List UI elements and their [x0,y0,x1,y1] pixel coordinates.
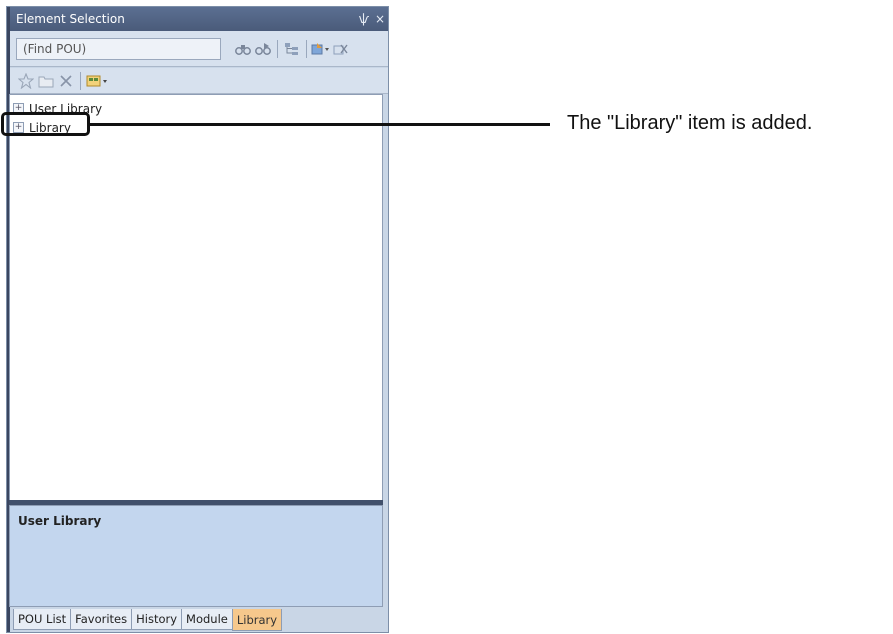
remove-icon[interactable] [331,39,351,59]
folder-icon[interactable] [36,71,56,91]
description-pane: User Library [9,505,383,607]
panel-tabs: POU List Favorites History Module Librar… [13,609,283,631]
panel-titlebar: Element Selection ѱ × [10,7,388,31]
library-tool-icon[interactable] [85,71,111,91]
tab-module[interactable]: Module [181,609,233,630]
close-icon[interactable]: × [372,12,388,26]
panel-title: Element Selection [16,12,125,26]
tree-item-label: User Library [29,101,103,116]
tab-history[interactable]: History [131,609,183,630]
tree-item-user-library[interactable]: + User Library [10,99,382,118]
callout-text: The "Library" item is added. [567,112,813,134]
callout-line [90,123,550,126]
tree-icon[interactable] [282,39,302,59]
tree-toolbar [10,68,388,94]
star-icon[interactable] [16,71,36,91]
tree-item-label: Library [29,120,71,135]
search-toolbar [10,31,388,67]
delete-icon[interactable] [56,71,76,91]
toolbar-separator [80,71,81,90]
toolbar-separator [306,39,307,58]
expand-icon[interactable]: + [13,103,24,114]
description-title: User Library [18,514,102,528]
element-selection-panel: Element Selection ѱ × (Find POU) + User … [6,6,389,633]
toolbar-separator [277,39,278,58]
binoculars-next-icon[interactable] [253,39,273,59]
pin-icon[interactable]: ѱ [356,12,372,26]
tab-favorites[interactable]: Favorites [70,609,133,630]
library-tree: + User Library + Library [9,94,383,506]
import-icon[interactable] [311,39,331,59]
expand-icon[interactable]: + [13,122,24,133]
search-input[interactable] [16,37,221,60]
tree-item-library[interactable]: + Library [10,118,382,137]
binoculars-icon[interactable] [233,39,253,59]
tab-library[interactable]: Library [231,609,283,631]
tab-pou-list[interactable]: POU List [13,609,72,630]
